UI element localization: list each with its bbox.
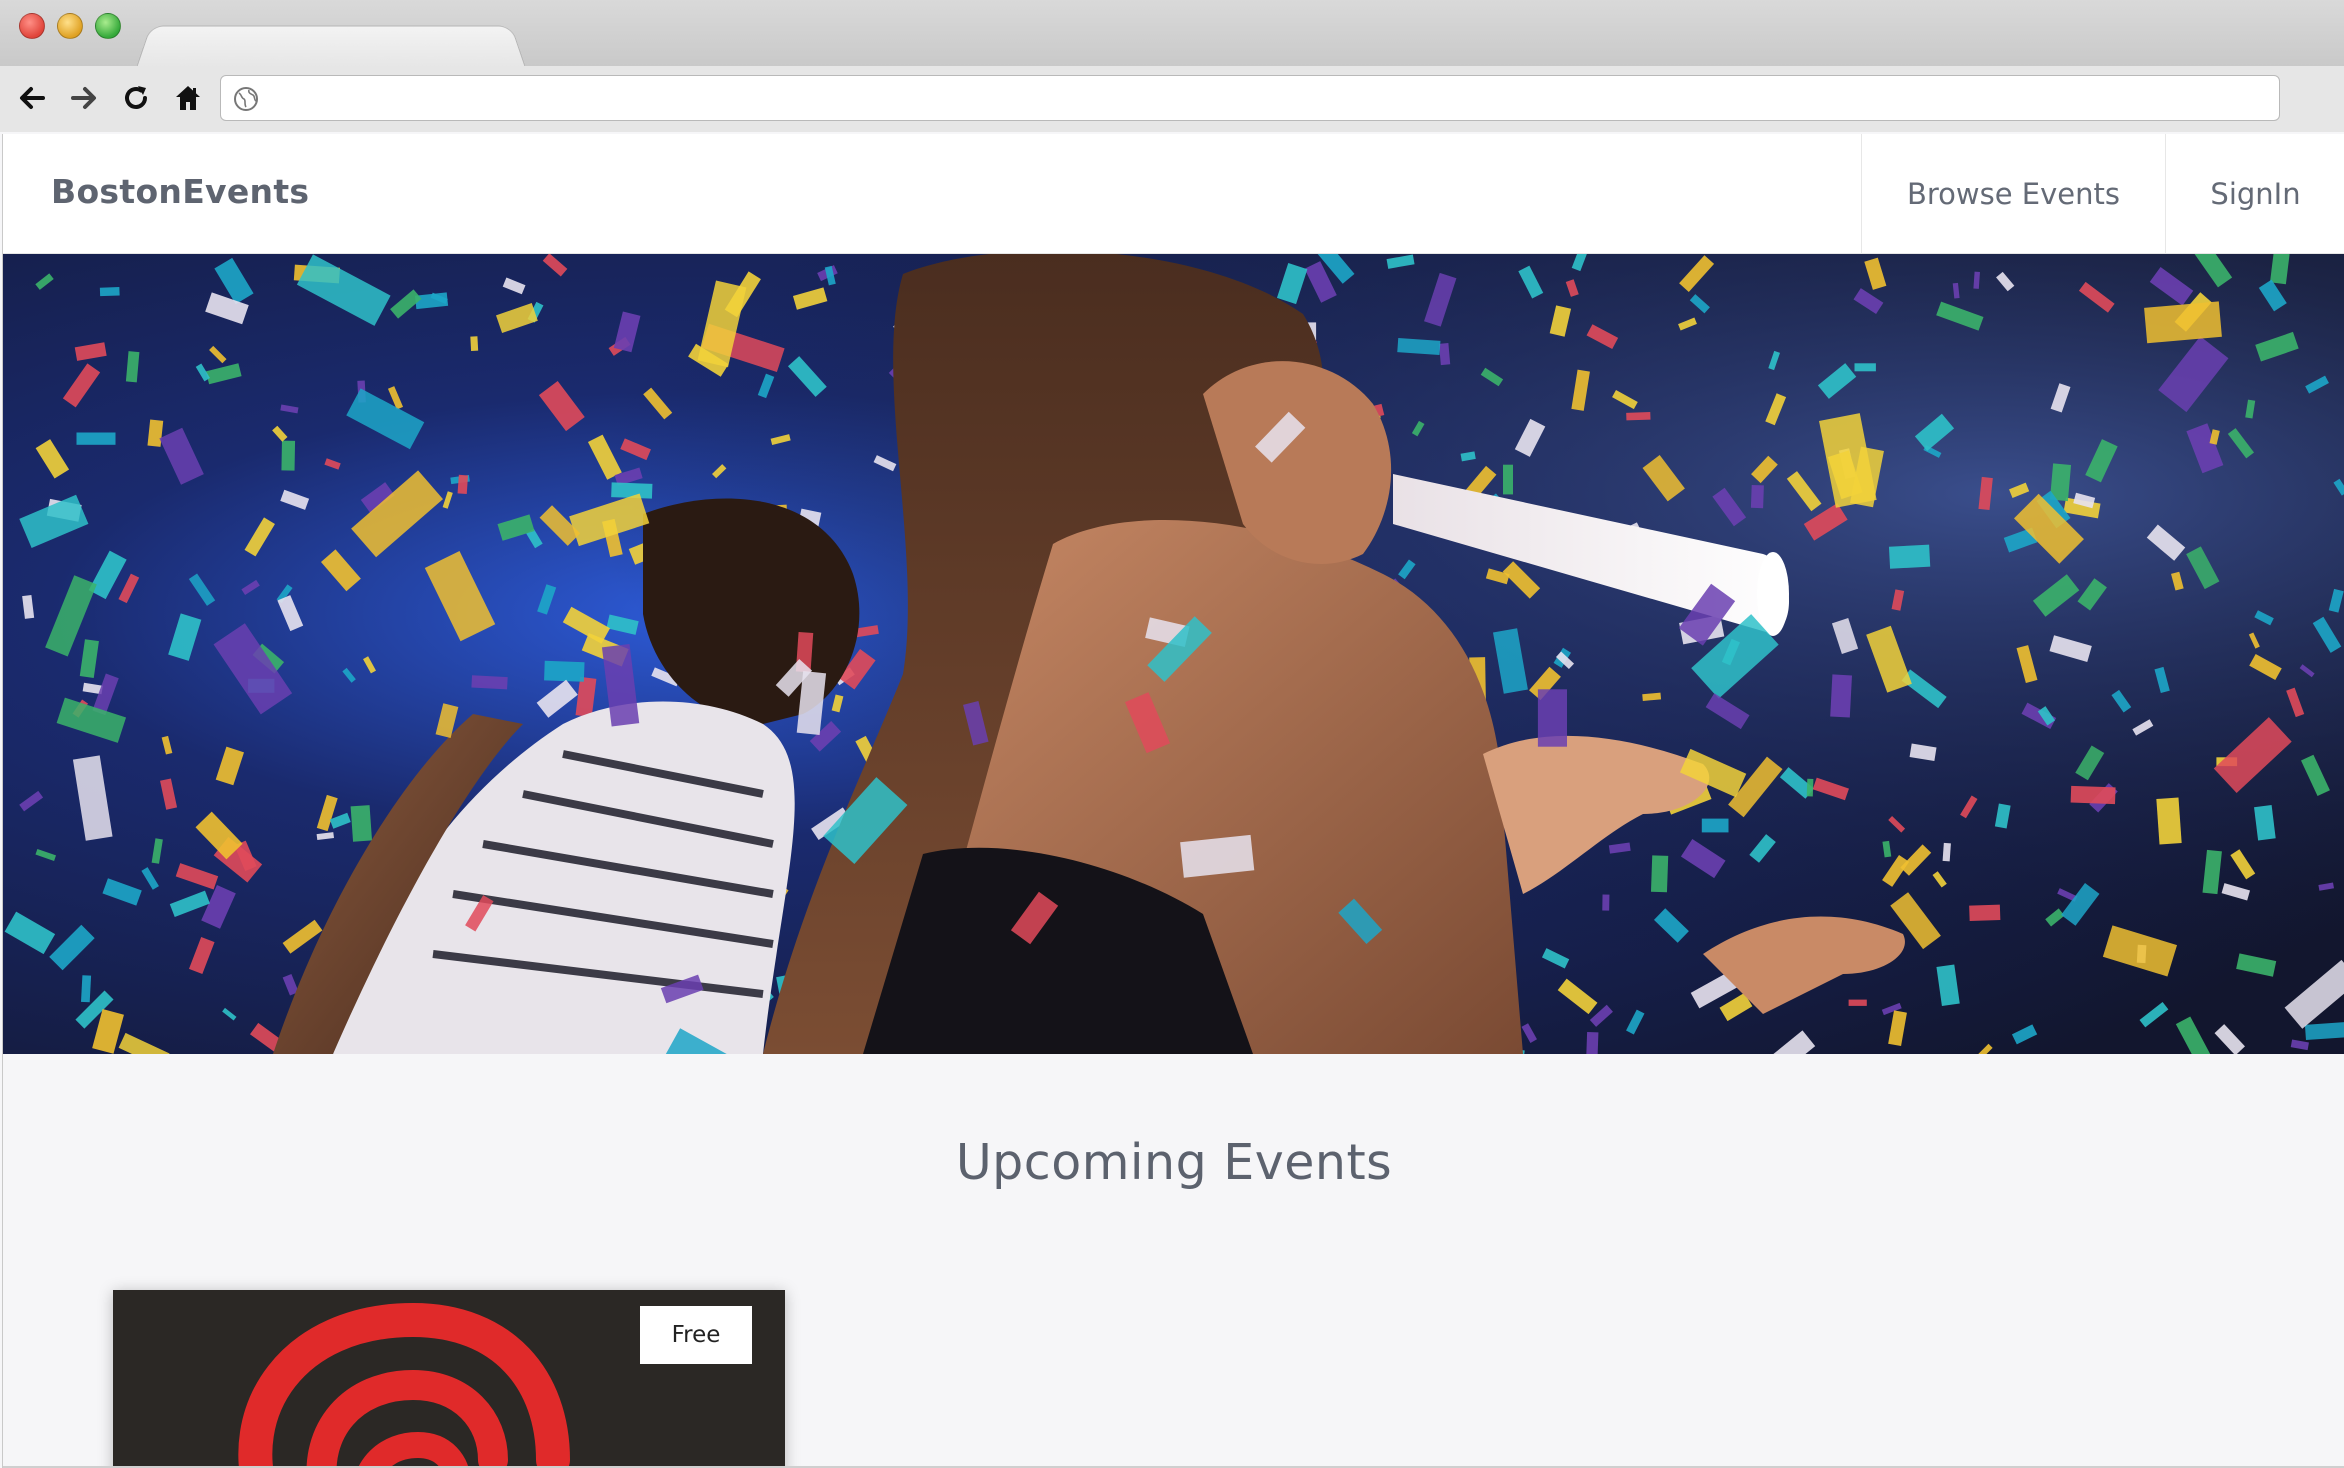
confetti-piece <box>1602 894 1610 911</box>
globe-icon <box>234 87 258 111</box>
site-brand[interactable]: BostonEvents <box>51 172 309 211</box>
confetti-piece <box>350 805 373 842</box>
confetti-piece <box>1806 778 1814 797</box>
confetti-piece <box>2144 301 2222 344</box>
confetti-piece <box>2156 797 2182 845</box>
confetti-piece <box>471 675 508 690</box>
hero-photo <box>3 254 2344 1054</box>
browser-tab[interactable] <box>136 25 526 69</box>
confetti-piece <box>1397 337 1441 356</box>
section-title-upcoming-events: Upcoming Events <box>955 1134 1393 1191</box>
nav-signin[interactable]: SignIn <box>2165 134 2344 254</box>
confetti-piece <box>281 440 296 471</box>
confetti-piece <box>99 287 120 297</box>
confetti-piece <box>1650 855 1669 893</box>
reload-button[interactable] <box>116 78 156 118</box>
confetti-piece <box>544 660 585 682</box>
confetti-piece <box>76 432 116 445</box>
back-button[interactable] <box>12 78 52 118</box>
tab-strip <box>0 0 2344 69</box>
nav-browse-events[interactable]: Browse Events <box>1861 134 2165 254</box>
event-card[interactable]: Free <box>113 1290 785 1468</box>
confetti-piece <box>2304 1022 2344 1041</box>
confetti-piece <box>2070 785 2116 805</box>
confetti-piece <box>1438 343 1451 366</box>
home-button[interactable] <box>168 78 208 118</box>
address-bar[interactable] <box>220 75 2280 121</box>
confetti-piece <box>1888 544 1931 569</box>
confetti-piece <box>147 419 164 447</box>
close-window-button[interactable] <box>19 13 45 39</box>
confetti-piece <box>1180 834 1255 878</box>
web-page: BostonEvents Browse Events SignIn Upcomi… <box>2 134 2344 1468</box>
browser-chrome <box>0 0 2344 132</box>
confetti-piece <box>470 336 479 351</box>
confetti-piece <box>1503 464 1513 495</box>
browser-window: BostonEvents Browse Events SignIn Upcomi… <box>0 0 2344 1468</box>
arrow-left-icon <box>20 87 45 109</box>
confetti-piece <box>1854 363 1876 372</box>
confetti-piece <box>1969 904 2001 922</box>
confetti-piece <box>1830 674 1852 718</box>
browser-toolbar <box>0 66 2344 132</box>
confetti-piece <box>1848 999 1867 1006</box>
confetti-piece <box>1701 818 1729 833</box>
confetti-piece <box>1537 689 1568 747</box>
price-badge[interactable]: Free <box>640 1306 752 1364</box>
confetti-piece <box>457 474 469 494</box>
confetti-piece <box>1942 842 1951 862</box>
arrow-right-icon <box>71 87 96 109</box>
minimize-window-button[interactable] <box>57 13 83 39</box>
site-header: BostonEvents Browse Events SignIn <box>3 134 2344 254</box>
confetti-piece <box>1585 1032 1599 1054</box>
reload-icon <box>125 86 147 109</box>
forward-button[interactable] <box>64 78 104 118</box>
home-icon <box>176 86 200 110</box>
confetti-piece <box>1626 411 1651 421</box>
maximize-window-button[interactable] <box>95 13 121 39</box>
confetti-piece <box>81 975 92 1003</box>
hero-image <box>3 254 2344 1054</box>
confetti-piece <box>1750 484 1764 509</box>
